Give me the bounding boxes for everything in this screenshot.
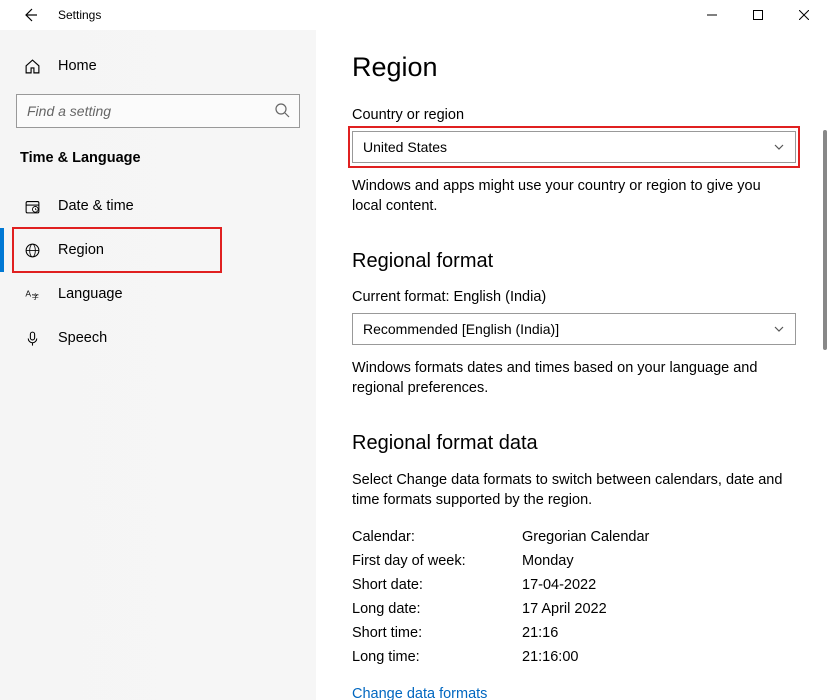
kv-key: Calendar: — [352, 526, 522, 550]
kv-value: 17-04-2022 — [522, 574, 596, 598]
minimize-icon — [707, 10, 717, 20]
format-value: Recommended [English (India)] — [363, 321, 559, 337]
sidebar-item-label: Region — [58, 242, 104, 258]
kv-value: 21:16:00 — [522, 646, 578, 670]
kv-value: Monday — [522, 550, 574, 574]
format-data-row: Calendar:Gregorian Calendar — [352, 526, 791, 550]
country-hint: Windows and apps might use your country … — [352, 177, 791, 216]
format-select[interactable]: Recommended [English (India)] — [352, 313, 796, 345]
country-value: United States — [363, 139, 447, 155]
maximize-icon — [753, 10, 763, 20]
format-data-row: Short time:21:16 — [352, 622, 791, 646]
format-data-row: Long date:17 April 2022 — [352, 598, 791, 622]
minimize-button[interactable] — [689, 0, 735, 30]
page-title: Region — [352, 52, 791, 83]
window-controls — [689, 0, 827, 30]
country-label: Country or region — [352, 107, 791, 123]
format-data-heading: Regional format data — [352, 432, 791, 455]
kv-key: Short time: — [352, 622, 522, 646]
microphone-icon — [20, 330, 44, 347]
sidebar-item-label: Language — [58, 286, 123, 302]
sidebar-item-label: Date & time — [58, 198, 134, 214]
svg-text:字: 字 — [31, 291, 38, 300]
sidebar-section-title: Time & Language — [16, 150, 300, 166]
home-icon — [20, 58, 44, 75]
back-button[interactable] — [16, 1, 44, 29]
sidebar-item-date-time[interactable]: Date & time — [16, 184, 300, 228]
close-button[interactable] — [781, 0, 827, 30]
arrow-left-icon — [22, 7, 38, 23]
format-data-row: First day of week:Monday — [352, 550, 791, 574]
kv-value: Gregorian Calendar — [522, 526, 649, 550]
window-title: Settings — [58, 8, 101, 22]
chevron-down-icon — [773, 141, 785, 153]
calendar-clock-icon — [20, 198, 44, 215]
kv-value: 17 April 2022 — [522, 598, 607, 622]
current-format-label: Current format: English (India) — [352, 289, 791, 305]
kv-key: First day of week: — [352, 550, 522, 574]
format-data-row: Short date:17-04-2022 — [352, 574, 791, 598]
close-icon — [799, 10, 809, 20]
search-input[interactable] — [16, 94, 300, 128]
format-hint: Windows formats dates and times based on… — [352, 359, 791, 398]
sidebar-item-speech[interactable]: Speech — [16, 316, 300, 360]
kv-key: Long date: — [352, 598, 522, 622]
country-select[interactable]: United States — [352, 131, 796, 163]
sidebar-item-label: Speech — [58, 330, 107, 346]
svg-text:A: A — [25, 288, 31, 298]
regional-format-heading: Regional format — [352, 250, 791, 273]
scrollbar[interactable] — [823, 130, 827, 350]
format-data-hint: Select Change data formats to switch bet… — [352, 471, 791, 510]
content: Region Country or region United States W… — [316, 30, 827, 700]
search-wrap — [16, 94, 300, 128]
sidebar-item-language[interactable]: A字 Language — [16, 272, 300, 316]
change-data-formats-link[interactable]: Change data formats — [352, 686, 487, 700]
format-data-row: Long time:21:16:00 — [352, 646, 791, 670]
chevron-down-icon — [773, 323, 785, 335]
kv-value: 21:16 — [522, 622, 558, 646]
globe-icon — [20, 242, 44, 259]
maximize-button[interactable] — [735, 0, 781, 30]
titlebar: Settings — [0, 0, 827, 30]
kv-key: Short date: — [352, 574, 522, 598]
home-label: Home — [58, 58, 97, 74]
language-icon: A字 — [20, 286, 44, 303]
sidebar-home[interactable]: Home — [16, 48, 300, 84]
sidebar-item-region[interactable]: Region — [16, 228, 300, 272]
kv-key: Long time: — [352, 646, 522, 670]
sidebar: Home Time & Language Date & time Region … — [0, 30, 316, 700]
